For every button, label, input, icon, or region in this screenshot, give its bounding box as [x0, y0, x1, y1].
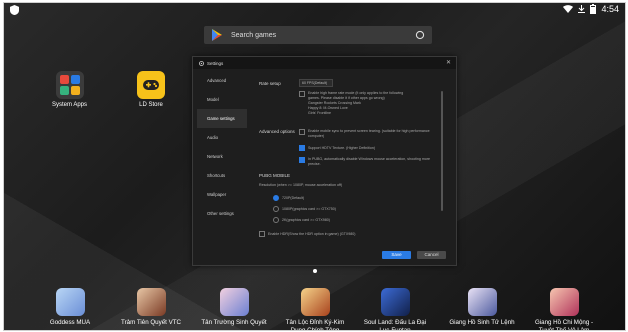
high-frame-rate-text: Enable high frame rate mode (it only app… [308, 91, 403, 116]
high-frame-rate-row: Enable high frame rate mode (it only app… [299, 91, 403, 116]
app-icon-giang-ho-chi-mong [549, 288, 579, 316]
save-button[interactable]: Save [382, 251, 411, 259]
app-icon-tan-truong-sinh-quyet [219, 288, 249, 316]
download-icon [578, 5, 586, 13]
advanced-options-label: Advanced options [259, 129, 295, 134]
sidebar-item-game-settings[interactable]: Game settings [197, 109, 247, 128]
cancel-button[interactable]: Cancel [417, 251, 446, 259]
settings-content: Rate setup 60 FPS(Default) Enable high f… [253, 71, 446, 261]
ld-store-label: LD Store [139, 102, 163, 108]
page-indicator [313, 269, 317, 273]
vsync-checkbox[interactable] [299, 129, 305, 135]
sidebar-item-network[interactable]: Network [197, 147, 247, 166]
play-store-icon [212, 29, 222, 41]
app-label: Trảm Tiên Quyết VTC [121, 319, 181, 326]
sidebar-item-audio[interactable]: Audio [197, 128, 247, 147]
dock-app-goddess-mua[interactable]: Goddess MUA [35, 288, 105, 327]
hdr-text: Enable HDR(Show the HDR option in game) … [268, 231, 356, 236]
android-home-screen: 4:54 Search games System Apps LD Store S… [3, 2, 626, 331]
app-label: Giang Hồ Chi Mộng - Tuyệt Thế Vô Lâm [534, 319, 594, 331]
hdr-row: Enable HDR(Show the HDR option in game) … [259, 231, 429, 237]
wifi-icon [563, 5, 574, 13]
scrollbar[interactable] [441, 91, 443, 211]
dialog-title: Settings [207, 60, 224, 66]
sidebar-item-other-settings[interactable]: Other settings [197, 204, 247, 223]
gear-icon [199, 60, 204, 66]
app-icon-soul-land [380, 288, 410, 316]
system-apps-shortcut[interactable]: System Apps [52, 71, 87, 108]
close-icon[interactable]: ✕ [446, 60, 451, 66]
hdtv-checkbox[interactable] [299, 145, 305, 151]
emulator-frame: 4:54 Search games System Apps LD Store S… [0, 0, 628, 332]
settings-dialog: Settings ✕ Advanced Model Game settings … [192, 56, 457, 266]
search-icon[interactable] [415, 30, 425, 40]
resolution-1080-radio[interactable] [273, 206, 279, 212]
hdtv-row: Support HDTV Texture. (Higher Definition… [299, 145, 439, 151]
status-icons: 4:54 [563, 4, 619, 14]
resolution-720-label: 720P(Default) [282, 195, 305, 200]
resolution-720-radio[interactable] [273, 195, 279, 201]
dock-app-giang-ho-chi-mong[interactable]: Giang Hồ Chi Mộng - Tuyệt Thế Vô Lâm [529, 288, 599, 331]
shield-icon [10, 5, 19, 15]
dock-app-tram-tien-quyet[interactable]: Trảm Tiên Quyết VTC [116, 288, 186, 327]
hint-line: Girls' Frontline [308, 111, 332, 115]
app-label: Tân Trường Sinh Quyết [201, 319, 267, 326]
dialog-titlebar: Settings [193, 57, 456, 69]
sidebar-item-shortcuts[interactable]: Shortcuts [197, 166, 247, 185]
dock-app-soul-land[interactable]: Soul Land: Đấu La Đại Lục-Funtap [360, 288, 430, 331]
app-label: Goddess MUA [49, 319, 91, 326]
app-icon-tan-loc-dinh-ky [300, 288, 330, 316]
sidebar-item-advanced[interactable]: Advanced [197, 71, 247, 90]
resolution-720-row: 720P(Default) [273, 195, 304, 201]
app-icon-tram-tien-quyet [136, 288, 166, 316]
vsync-row: Enable mobile sync to prevent screen tea… [299, 129, 439, 139]
app-icon-goddess-mua [55, 288, 85, 316]
pubg-section: PUBG MOBILE [259, 173, 379, 178]
pubg-title: PUBG MOBILE [259, 173, 291, 178]
clock: 4:54 [601, 4, 619, 14]
pubg-desc: Resolution (when >= 1080P, mouse acceler… [259, 183, 343, 187]
resolution-1080-label: 1080P(graphics card >= GTX750) [282, 206, 336, 211]
search-bar[interactable]: Search games [204, 26, 432, 44]
advanced-options-label-wrap: Advanced options [259, 129, 299, 135]
mouse-accel-text: In PUBG, automatically disable Windows m… [308, 157, 431, 166]
dock-app-tan-loc-dinh-ky[interactable]: Tân Lộc Đỉnh Ký-Kim Dung Chính Tông [280, 288, 350, 331]
app-label: Giang Hồ Sinh Tử Lệnh [449, 319, 515, 326]
vsync-text: Enable mobile sync to prevent screen tea… [308, 129, 430, 138]
high-frame-rate-checkbox[interactable] [299, 91, 305, 97]
resolution-2k-row: 2K(graphics card >= GTX980) [273, 217, 330, 223]
settings-sidebar: Advanced Model Game settings Audio Netwo… [197, 71, 247, 261]
search-input[interactable]: Search games [231, 32, 415, 39]
system-apps-label: System Apps [52, 102, 88, 108]
system-apps-icon [55, 71, 84, 99]
hdr-checkbox[interactable] [259, 231, 265, 237]
hdtv-text: Support HDTV Texture. (Higher Definition… [308, 145, 376, 150]
app-label: Tân Lộc Đỉnh Ký-Kim Dung Chính Tông [285, 319, 345, 331]
sidebar-item-wallpaper[interactable]: Wallpaper [197, 185, 247, 204]
battery-icon [590, 4, 597, 14]
resolution-2k-label: 2K(graphics card >= GTX980) [282, 217, 330, 222]
rate-setup-row: Rate setup 60 FPS(Default) [259, 79, 333, 87]
pubg-desc-row: Resolution (when >= 1080P, mouse acceler… [259, 183, 419, 188]
app-icon-giang-ho-sinh-tu-lenh [467, 288, 497, 316]
dock-app-tan-truong-sinh-quyet[interactable]: Tân Trường Sinh Quyết [199, 288, 269, 327]
rate-setup-label: Rate setup [259, 80, 281, 86]
sidebar-item-model[interactable]: Model [197, 90, 247, 109]
dock-app-giang-ho-sinh-tu-lenh[interactable]: Giang Hồ Sinh Tử Lệnh [447, 288, 517, 327]
app-label: Soul Land: Đấu La Đại Lục-Funtap [363, 319, 427, 331]
gamepad-icon [137, 71, 165, 99]
mouse-accel-row: In PUBG, automatically disable Windows m… [299, 157, 439, 167]
resolution-2k-radio[interactable] [273, 217, 279, 223]
rate-setup-dropdown[interactable]: 60 FPS(Default) [299, 79, 333, 87]
resolution-1080-row: 1080P(graphics card >= GTX750) [273, 206, 336, 212]
status-bar: 4:54 [4, 3, 625, 17]
ld-store-shortcut[interactable]: LD Store [137, 71, 165, 108]
mouse-accel-checkbox[interactable] [299, 157, 305, 163]
